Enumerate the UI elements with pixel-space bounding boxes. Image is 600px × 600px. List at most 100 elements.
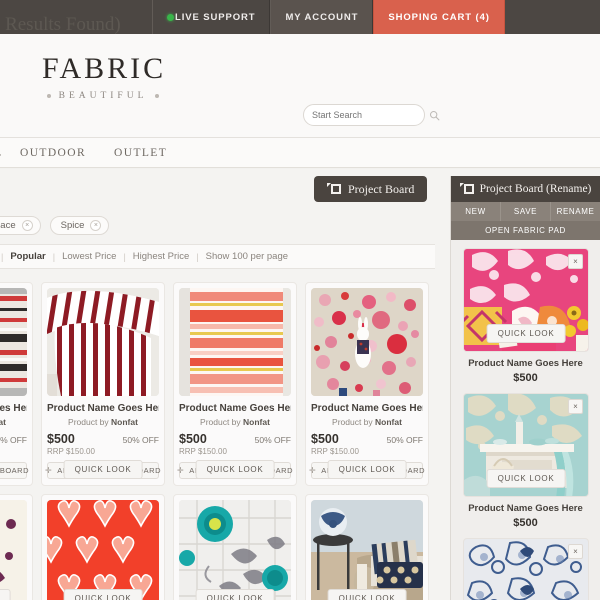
product-card[interactable]: QUICK LOOK: [173, 494, 297, 600]
product-price: $500: [179, 432, 207, 446]
quick-look-button[interactable]: QUICK LOOK: [327, 460, 407, 479]
swatch-pink-confetti-rabbit: [311, 288, 423, 396]
project-board-panel-title: Project Board (Rename): [479, 183, 592, 195]
product-brand-line: Product by Nonfat: [0, 417, 27, 427]
swatch-teal-chrysanthemum: [179, 500, 291, 600]
product-image[interactable]: [179, 500, 291, 600]
search-icon: [429, 110, 440, 120]
filter-chip[interactable]: Lace ×: [0, 216, 41, 235]
quick-look-button[interactable]: QUICK LOOK: [486, 324, 566, 343]
project-board-icon: [459, 183, 474, 195]
product-brand: Nonfat: [375, 417, 402, 427]
product-price-row: $500 50% OFF: [311, 432, 423, 446]
sort-separator: |: [123, 251, 126, 262]
product-image[interactable]: [0, 500, 27, 600]
project-board-item-name: Product Name Goes Here: [468, 358, 583, 369]
pattern-pillow: [376, 562, 423, 588]
product-card[interactable]: QUICK LOOK: [41, 494, 165, 600]
project-board-save-button[interactable]: SAVE: [501, 202, 551, 221]
product-card[interactable]: QUICK LOOK: [305, 494, 429, 600]
product-name: Product Name Goes Here: [179, 403, 291, 414]
product-by-prefix: Product by: [332, 417, 376, 427]
product-by-prefix: Product by: [200, 417, 244, 427]
project-board-item-remove-icon[interactable]: ×: [568, 399, 583, 414]
product-image[interactable]: [311, 500, 423, 600]
project-board-item[interactable]: × QUICK LOOK Product Name Goes Here $500: [463, 248, 589, 384]
ginger-jar: [319, 508, 347, 536]
project-board-rename-button[interactable]: RENAME: [551, 202, 600, 221]
swatch-sofa-pillows: [311, 500, 423, 600]
sort-option-lowest-price[interactable]: Lowest Price: [62, 251, 116, 262]
top-nav-live-support[interactable]: LIVE SUPPORT: [152, 0, 271, 34]
project-board-item-image[interactable]: ×: [463, 538, 589, 600]
project-board-item-image[interactable]: × QUICK LOOK: [463, 248, 589, 352]
open-fabric-pad-button[interactable]: OPEN FABRIC PAD: [451, 221, 600, 240]
filter-chip-label: Lace: [0, 220, 16, 231]
page-root: LIVE SUPPORT MY ACCOUNT SHOPING CART (4)…: [0, 0, 600, 600]
project-board-button[interactable]: Project Board: [314, 176, 428, 202]
project-board-item[interactable]: ×: [463, 538, 589, 600]
logo-dot-left-icon: [46, 94, 51, 98]
quick-look-button[interactable]: QUICK LOOK: [195, 460, 275, 479]
main-navigation: E OUTDOOR OUTLET: [0, 138, 600, 168]
product-image[interactable]: [179, 288, 291, 396]
sort-option-popular[interactable]: Popular: [10, 251, 45, 262]
product-card[interactable]: QUICK LOOK Product Name Goes Here Produc…: [41, 282, 165, 486]
product-brand-line: Product by Nonfat: [179, 417, 291, 427]
add-to-project-board-button[interactable]: ✛ ADD TO PROJECT BOARD: [0, 462, 29, 479]
quick-look-button[interactable]: QUICK LOOK: [327, 589, 407, 600]
swatch-nordic-fairisle: [0, 288, 27, 396]
product-image[interactable]: [47, 500, 159, 600]
project-board-item[interactable]: × QUICK LOOK Product Name Goes Here $500: [463, 393, 589, 529]
search-box[interactable]: [303, 104, 440, 126]
active-filters: Lace × Spice ×: [0, 216, 110, 235]
quick-look-button[interactable]: QUICK LOOK: [486, 469, 566, 488]
project-board-item-name: Product Name Goes Here: [468, 503, 583, 514]
product-rrp: RRP $150.00: [0, 447, 27, 456]
product-card[interactable]: Product Name Goes Here Product by Nonfat…: [0, 282, 33, 486]
sort-separator: |: [1, 251, 4, 262]
product-discount: 50% OFF: [0, 435, 27, 445]
filter-chip-remove-icon[interactable]: ×: [21, 220, 33, 231]
product-card[interactable]: QUICK LOOK: [0, 494, 33, 600]
project-board-item-remove-icon[interactable]: ×: [568, 544, 583, 559]
product-brand: Nonfat: [111, 417, 138, 427]
project-board-new-button[interactable]: NEW: [451, 202, 501, 221]
sort-option-highest-price[interactable]: Highest Price: [133, 251, 190, 262]
quick-look-button[interactable]: QUICK LOOK: [195, 589, 275, 600]
nav-item-outlet[interactable]: OUTLET: [114, 147, 167, 159]
product-image[interactable]: [47, 288, 159, 396]
logo-tagline-row: BEAUTIFUL: [42, 91, 164, 101]
project-board-button-label: Project Board: [348, 181, 415, 196]
top-nav-my-account[interactable]: MY ACCOUNT: [270, 0, 374, 34]
nav-item-clipped[interactable]: E: [0, 147, 2, 159]
swatch-red-stripe-drape: [47, 288, 159, 396]
swatch-purple-damask: [0, 500, 27, 600]
search-input[interactable]: [312, 110, 429, 120]
filter-chip[interactable]: Spice ×: [49, 216, 110, 235]
product-name: Product Name Goes Here: [0, 403, 27, 414]
project-board-panel-header[interactable]: Project Board (Rename): [451, 176, 600, 202]
sort-option-per-page[interactable]: Show 100 per page: [206, 251, 288, 262]
plus-icon: ✛: [309, 466, 317, 475]
nav-item-outdoor[interactable]: OUTDOOR: [20, 147, 86, 159]
product-card[interactable]: QUICK LOOK Product Name Goes Here Produc…: [305, 282, 429, 486]
product-image[interactable]: [0, 288, 27, 396]
sort-options: | Popular | Lowest Price | Highest Price…: [0, 251, 288, 262]
top-nav-shopping-cart[interactable]: SHOPING CART (4): [373, 0, 505, 34]
project-board-icon: [327, 183, 341, 195]
top-nav-my-account-label: MY ACCOUNT: [285, 11, 359, 23]
quick-look-button[interactable]: QUICK LOOK: [63, 460, 143, 479]
quick-look-button[interactable]: QUICK LOOK: [63, 589, 143, 600]
project-board-item-remove-icon[interactable]: ×: [568, 254, 583, 269]
product-card[interactable]: QUICK LOOK Product Name Goes Here Produc…: [173, 282, 297, 486]
quick-look-button[interactable]: QUICK LOOK: [0, 589, 11, 600]
filter-chip-remove-icon[interactable]: ×: [90, 220, 102, 231]
project-board-item-image[interactable]: × QUICK LOOK: [463, 393, 589, 497]
product-price: $500: [47, 432, 75, 446]
site-logo[interactable]: FABRIC BEAUTIFUL: [42, 54, 164, 102]
project-board-actions: NEW SAVE RENAME: [451, 202, 600, 221]
product-rrp: RRP $150.00: [311, 447, 359, 456]
product-image[interactable]: [311, 288, 423, 396]
plus-icon: ✛: [177, 466, 185, 475]
